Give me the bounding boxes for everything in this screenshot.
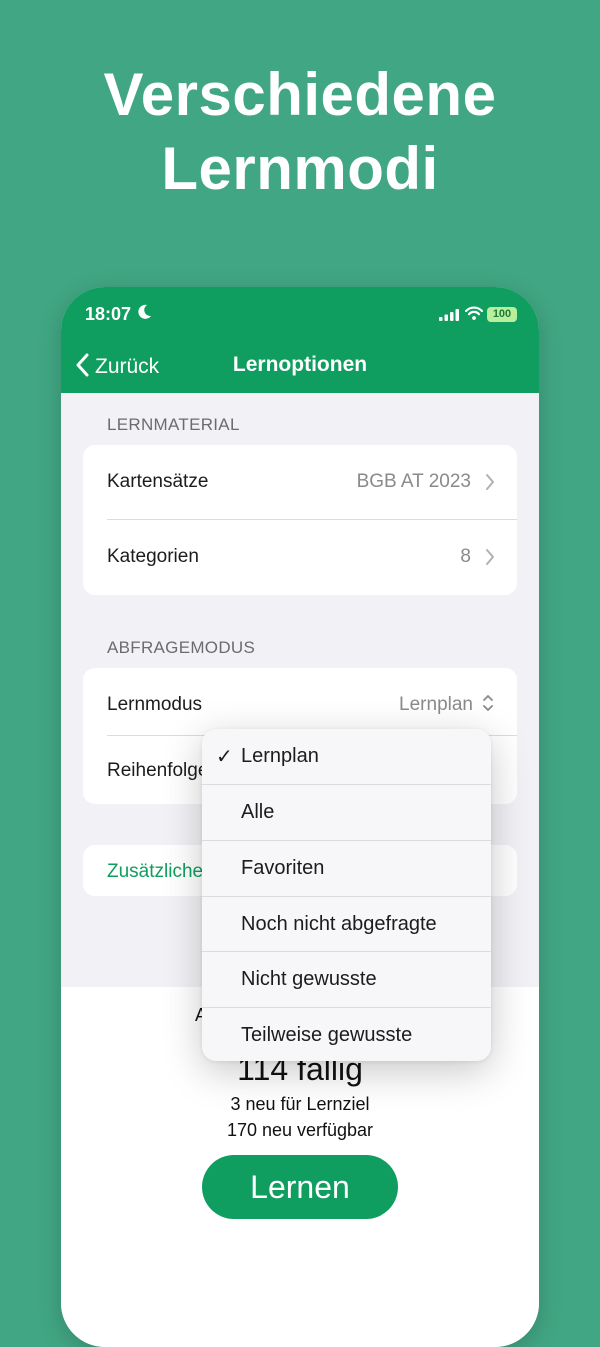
headline: Verschiedene Lernmodi <box>0 58 600 206</box>
dropdown-option-alle[interactable]: Alle <box>202 785 491 840</box>
page-title: Lernoptionen <box>232 353 368 376</box>
section-header-mode: ABFRAGEMODUS <box>107 638 256 657</box>
dropdown-option-noch-nicht-abgefragte[interactable]: Noch nicht abgefragte <box>202 897 491 952</box>
section-header-material: LERNMATERIAL <box>107 415 240 434</box>
material-card: Kartensätze BGB AT 2023 Kategorien 8 <box>83 445 517 595</box>
dropdown-option-label: Teilweise gewusste <box>241 1024 413 1046</box>
headline-line-1: Verschiedene <box>103 61 497 128</box>
row-label: Lernmodus <box>107 694 203 715</box>
row-label: Reihenfolge <box>107 760 209 781</box>
dropdown-option-label: Nicht gewusste <box>241 968 377 990</box>
dropdown-option-favoriten[interactable]: Favoriten <box>202 841 491 896</box>
chevron-right-icon <box>485 473 495 496</box>
extra-options-link: Zusätzliche <box>107 861 204 882</box>
learn-button[interactable]: Lernen <box>202 1155 398 1219</box>
row-value: 8 <box>460 546 471 567</box>
wifi-icon <box>464 306 484 325</box>
chevron-right-icon <box>485 548 495 571</box>
row-lernmodus[interactable]: Lernmodus Lernplan <box>83 668 517 735</box>
row-label: Kategorien <box>107 546 199 567</box>
status-time: 18:07 <box>85 304 132 324</box>
battery-icon: 100 <box>487 307 517 322</box>
chevron-updown-icon <box>482 693 494 718</box>
dropdown-option-teilweise-gewusste[interactable]: Teilweise gewusste <box>202 1008 491 1061</box>
dropdown-option-label: Favoriten <box>241 857 325 879</box>
dropdown-option-nicht-gewusste[interactable]: Nicht gewusste <box>202 952 491 1007</box>
signal-icon <box>439 308 459 326</box>
row-value: Lernplan <box>399 694 473 715</box>
dropdown-option-label: Lernplan <box>241 745 319 767</box>
checkmark-icon: ✓ <box>216 746 233 768</box>
headline-line-2: Lernmodi <box>161 135 439 202</box>
top-bar: 18:07 100 Zurück Lernoptionen <box>61 287 539 393</box>
row-label: Kartensätze <box>107 471 209 492</box>
new-for-goal: 3 neu für Lernziel <box>230 1094 370 1114</box>
dropdown-option-label: Noch nicht abgefragte <box>241 913 437 935</box>
new-available: 170 neu verfügbar <box>226 1120 374 1140</box>
row-kategorien[interactable]: Kategorien 8 <box>83 520 517 595</box>
dropdown-option-lernplan[interactable]: ✓ Lernplan <box>202 729 491 784</box>
row-kartensaetze[interactable]: Kartensätze BGB AT 2023 <box>83 445 517 520</box>
learn-mode-dropdown: ✓ Lernplan Alle Favoriten Noch nicht abg… <box>202 729 491 1061</box>
moon-icon <box>138 304 152 325</box>
row-value: BGB AT 2023 <box>356 471 471 492</box>
dropdown-option-label: Alle <box>241 801 275 823</box>
